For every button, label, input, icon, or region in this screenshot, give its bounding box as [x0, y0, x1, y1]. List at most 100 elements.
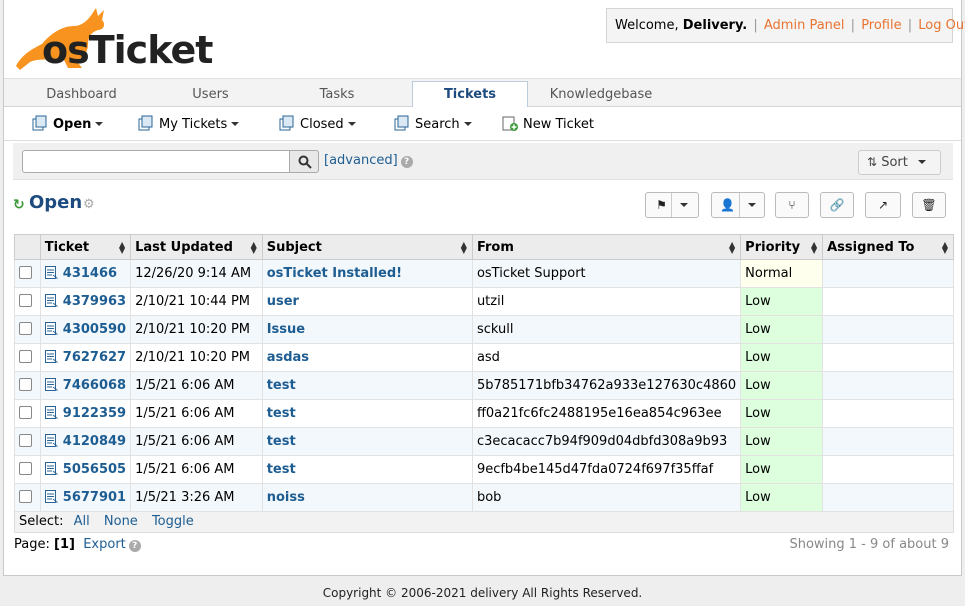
- delete-button[interactable]: 🗑: [912, 192, 946, 218]
- row-checkbox[interactable]: [19, 266, 32, 279]
- merge-icon: ⑂: [788, 198, 796, 212]
- select-none-link[interactable]: None: [104, 514, 138, 529]
- ticket-number-link[interactable]: 7466068: [63, 378, 126, 393]
- ticket-icon: [44, 406, 58, 419]
- flag-dropdown-button[interactable]: ⚑: [645, 192, 699, 218]
- table-row[interactable]: 7627627 2/10/21 10:20 PM asdas asd Low: [14, 343, 954, 372]
- subject-link[interactable]: test: [267, 406, 296, 421]
- copy-icon: [279, 115, 294, 131]
- logo[interactable]: osTicket: [12, 4, 222, 72]
- logout-link[interactable]: Log Out: [918, 18, 965, 33]
- subnav-open[interactable]: Open: [32, 115, 104, 133]
- assign-dropdown-button[interactable]: 👤: [711, 192, 765, 218]
- table-row[interactable]: 4300590 2/10/21 10:20 PM Issue sckull Low: [14, 315, 954, 344]
- subnav-my-tickets[interactable]: My Tickets: [138, 115, 240, 133]
- subject-cell: test: [261, 371, 473, 400]
- subnav-closed[interactable]: Closed: [279, 115, 356, 133]
- flag-icon: ⚑: [656, 198, 667, 212]
- row-checkbox-cell: [14, 343, 41, 372]
- column-header-from[interactable]: From ▲ ▼: [471, 234, 742, 260]
- row-checkbox[interactable]: [19, 322, 32, 335]
- select-all-link[interactable]: All: [74, 514, 90, 529]
- row-checkbox[interactable]: [19, 462, 32, 475]
- subject-link[interactable]: user: [267, 294, 299, 309]
- advanced-search-link[interactable]: [advanced]?: [324, 153, 413, 168]
- export-link[interactable]: Export: [83, 537, 126, 552]
- subject-link[interactable]: Issue: [267, 322, 305, 337]
- admin-panel-link[interactable]: Admin Panel: [764, 18, 845, 33]
- subject-link[interactable]: asdas: [267, 350, 309, 365]
- help-icon[interactable]: ?: [400, 156, 413, 168]
- merge-button[interactable]: ⑂: [775, 192, 809, 218]
- subnav-search[interactable]: Search: [394, 115, 472, 133]
- table-row[interactable]: 5056505 1/5/21 6:06 AM test 9ecfb4be145d47f…: [14, 455, 954, 484]
- ticket-icon: [44, 266, 58, 279]
- from-cell: bob: [471, 483, 742, 512]
- row-checkbox[interactable]: [19, 434, 32, 447]
- row-checkbox[interactable]: [19, 350, 32, 363]
- column-header-ticket[interactable]: Ticket ▲ ▼: [39, 234, 132, 260]
- ticket-number-link[interactable]: 9122359: [63, 406, 126, 421]
- column-header-last-updated[interactable]: Last Updated ▲ ▼: [130, 234, 263, 260]
- ticket-icon: [44, 350, 58, 363]
- link-button[interactable]: 🔗: [820, 192, 854, 218]
- search-input[interactable]: [22, 150, 290, 173]
- subject-link[interactable]: test: [267, 378, 296, 393]
- gear-icon[interactable]: ⚙: [83, 197, 95, 212]
- last-updated-cell: 1/5/21 6:06 AM: [130, 455, 263, 484]
- row-checkbox[interactable]: [19, 294, 32, 307]
- logo-text: osTicket: [42, 28, 213, 72]
- ticket-number-cell: 5677901: [39, 483, 132, 512]
- table-row[interactable]: 431466 12/26/20 9:14 AM osTicket Installed…: [14, 259, 954, 288]
- share-button[interactable]: ↗: [865, 192, 901, 218]
- row-checkbox[interactable]: [19, 406, 32, 419]
- subject-link[interactable]: osTicket Installed!: [267, 266, 402, 281]
- select-label: Select:: [19, 514, 64, 529]
- tab-tickets[interactable]: Tickets: [412, 81, 528, 108]
- ticket-icon: [44, 378, 58, 391]
- ticket-number-link[interactable]: 5056505: [63, 462, 126, 477]
- showing-count: Showing 1 - 9 of about 9: [789, 537, 949, 552]
- ticket-number-link[interactable]: 5677901: [63, 490, 126, 505]
- subnav-new-ticket[interactable]: New Ticket: [502, 115, 594, 133]
- ticket-number-link[interactable]: 4379963: [63, 294, 126, 309]
- trash-icon: 🗑: [921, 198, 937, 212]
- table-row[interactable]: 9122359 1/5/21 6:06 AM test ff0a21fc6fc2488…: [14, 399, 954, 428]
- ticket-number-link[interactable]: 431466: [63, 266, 117, 281]
- ticket-number-link[interactable]: 4120849: [63, 434, 126, 449]
- subject-cell: test: [261, 427, 473, 456]
- sub-nav: Open My Tickets Closed Search New Ticket: [4, 107, 961, 141]
- last-updated-cell: 1/5/21 3:26 AM: [130, 483, 263, 512]
- table-row[interactable]: 4120849 1/5/21 6:06 AM test c3ecacacc7b94f9…: [14, 427, 954, 456]
- tab-knowledgebase[interactable]: Knowledgebase: [528, 82, 674, 108]
- subject-link[interactable]: noiss: [267, 490, 305, 505]
- refresh-icon[interactable]: ↻: [13, 197, 25, 213]
- table-row[interactable]: 7466068 1/5/21 6:06 AM test 5b785171bfb3476…: [14, 371, 954, 400]
- subject-link[interactable]: test: [267, 434, 296, 449]
- select-toggle-link[interactable]: Toggle: [152, 514, 194, 529]
- subject-cell: user: [261, 287, 473, 316]
- ticket-number-cell: 7627627: [39, 343, 132, 372]
- help-icon[interactable]: ?: [128, 540, 141, 552]
- row-checkbox-cell: [14, 287, 41, 316]
- tab-users[interactable]: Users: [159, 82, 262, 108]
- row-checkbox[interactable]: [19, 378, 32, 391]
- row-checkbox[interactable]: [19, 490, 32, 503]
- table-row[interactable]: 5677901 1/5/21 3:26 AM noiss bob Low: [14, 483, 954, 512]
- ticket-number-link[interactable]: 4300590: [63, 322, 126, 337]
- table-row[interactable]: 4379963 2/10/21 10:44 PM user utzil Low: [14, 287, 954, 316]
- column-header-subject[interactable]: Subject ▲ ▼: [261, 234, 473, 260]
- priority-cell: Low: [740, 343, 824, 372]
- column-header-priority[interactable]: Priority ▲ ▼: [740, 234, 824, 260]
- copy-icon: [32, 115, 47, 131]
- tab-tasks[interactable]: Tasks: [262, 82, 412, 108]
- ticket-number-link[interactable]: 7627627: [63, 350, 126, 365]
- from-cell: c3ecacacc7b94f909d04dbfd308a9b93: [471, 427, 742, 456]
- profile-link[interactable]: Profile: [861, 18, 901, 33]
- sort-button[interactable]: ⇅ Sort: [858, 150, 941, 175]
- column-header-assigned-to[interactable]: Assigned To ▲ ▼: [822, 234, 954, 260]
- subject-link[interactable]: test: [267, 462, 296, 477]
- priority-cell: Low: [740, 483, 824, 512]
- search-button[interactable]: [289, 150, 319, 173]
- tab-dashboard[interactable]: Dashboard: [4, 82, 159, 108]
